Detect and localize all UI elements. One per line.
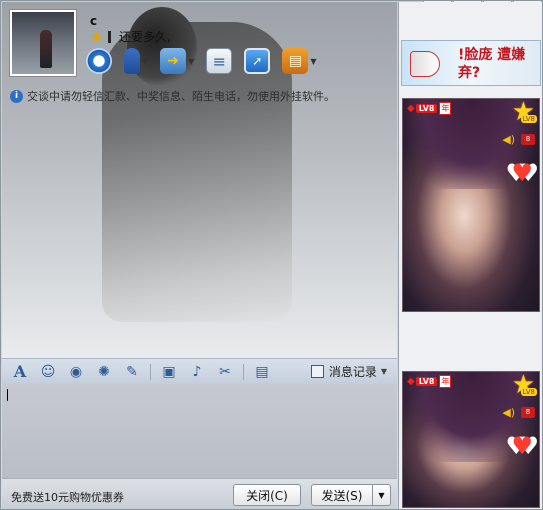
annual-badge: 年 — [439, 375, 452, 388]
side-panel: !脸庞 遭嫌弃? ◆ LV8 年 ★ LV8 ◀) 8 ♥ ◆ LV8 年 ★ … — [398, 2, 542, 509]
status-marker — [108, 31, 111, 43]
chevron-down-icon[interactable]: ▼ — [142, 57, 148, 66]
avatar-figure — [40, 30, 52, 68]
music-button[interactable]: ♪ — [187, 362, 207, 382]
history-icon — [310, 365, 324, 378]
monitor-cursor-icon — [244, 48, 271, 74]
ad-text: !脸庞 遭嫌弃? — [458, 47, 526, 81]
info-icon: i — [10, 89, 23, 103]
toolbar-divider — [150, 363, 151, 380]
apps-button[interactable] — [206, 48, 233, 74]
send-options-button[interactable]: ▼ — [372, 484, 391, 506]
video-chat-button[interactable] — [86, 48, 112, 74]
list-add-icon — [206, 48, 233, 74]
level-badge: ◆ LV8 年 — [407, 375, 452, 388]
level-badge: ◆ LV8 年 — [407, 102, 452, 115]
chevron-down-icon: ▼ — [380, 367, 387, 376]
contact-avatar[interactable] — [10, 10, 76, 76]
bottom-bar: 免费送10元购物优惠券 关闭(C) 发送(S) ▼ — [2, 478, 397, 509]
level-label: LV8 — [415, 377, 438, 386]
star-level-tag: LV8 — [520, 388, 537, 396]
screenshot-button[interactable]: ✂ — [215, 362, 235, 382]
warning-text: 交谈中请勿轻信汇款、中奖信息、陌生电话，勿使用外挂软件。 — [27, 90, 335, 103]
chevron-down-icon[interactable]: ▼ — [188, 57, 194, 66]
message-history-button[interactable]: 消息记录 ▼ — [310, 363, 387, 380]
app-box-button[interactable]: ▼ — [282, 48, 316, 74]
contact-name[interactable]: c — [90, 14, 97, 28]
remote-assist-button[interactable] — [244, 48, 271, 74]
mic-count-badge: 8 — [521, 407, 535, 418]
speaker-icon[interactable]: ◀) — [502, 133, 515, 146]
chat-window: ▣ ▁ □ ✕ c ★ 还要多久, ▼ ▼ — [0, 0, 543, 510]
status-text: 还要多久, — [119, 30, 171, 44]
doodle-button[interactable]: ✎ — [122, 362, 142, 382]
winged-heart-icon[interactable]: ♥ — [511, 159, 533, 187]
camera-icon — [86, 48, 112, 74]
megaphone-icon — [410, 51, 440, 77]
close-button[interactable]: 关闭(C) — [233, 484, 301, 506]
chat-toolbar: ▼ ▼ ▼ — [86, 48, 328, 74]
app-toolbox-button[interactable]: ▤ — [252, 362, 272, 382]
microphone-icon — [124, 48, 140, 74]
annual-badge: 年 — [439, 102, 452, 115]
message-input[interactable] — [2, 384, 397, 478]
level-label: LV8 — [415, 104, 438, 113]
security-warning: i 交谈中请勿轻信汇款、中奖信息、陌生电话，勿使用外挂软件。 — [10, 88, 335, 104]
mask-face-button[interactable]: ◉ — [66, 362, 86, 382]
mic-count-badge: 8 — [521, 134, 535, 145]
speaker-icon[interactable]: ◀) — [502, 406, 515, 419]
star-icon: ★ — [90, 28, 104, 46]
magic-face-button[interactable]: ✺ — [94, 362, 114, 382]
diamond-icon: ◆ — [407, 376, 415, 387]
chat-panel: c ★ 还要多久, ▼ ▼ ▼ — [2, 2, 397, 509]
send-file-button[interactable]: ▼ — [160, 48, 194, 74]
send-button[interactable]: 发送(S) — [311, 484, 373, 506]
history-label: 消息记录 — [328, 365, 377, 379]
winged-heart-icon[interactable]: ♥ — [511, 432, 533, 460]
ad-banner[interactable]: !脸庞 遭嫌弃? — [401, 40, 541, 86]
live-show-card[interactable]: ◆ LV8 年 ★ LV8 ◀) 8 ♥ — [402, 371, 540, 508]
image-button[interactable]: ▣ — [159, 362, 179, 382]
diamond-icon: ◆ — [407, 103, 415, 114]
skin-background-head — [127, 7, 197, 87]
promo-link[interactable]: 免费送10元购物优惠券 — [11, 489, 124, 505]
emoji-button[interactable]: ☺ — [38, 362, 58, 382]
format-toolbar: A ☺ ◉ ✺ ✎ ▣ ♪ ✂ ▤ 消息记录 ▼ — [2, 358, 397, 384]
status-message: 还要多久, — [108, 28, 171, 45]
box-icon — [282, 48, 309, 74]
toolbar-divider — [243, 363, 244, 380]
star-level-tag: LV8 — [520, 115, 537, 123]
voice-chat-button[interactable]: ▼ — [124, 48, 148, 74]
font-button[interactable]: A — [10, 362, 30, 382]
chevron-down-icon[interactable]: ▼ — [310, 57, 316, 66]
text-caret — [7, 389, 8, 401]
folder-arrow-icon — [160, 48, 187, 74]
live-show-card[interactable]: ◆ LV8 年 ★ LV8 ◀) 8 ♥ — [402, 98, 540, 312]
